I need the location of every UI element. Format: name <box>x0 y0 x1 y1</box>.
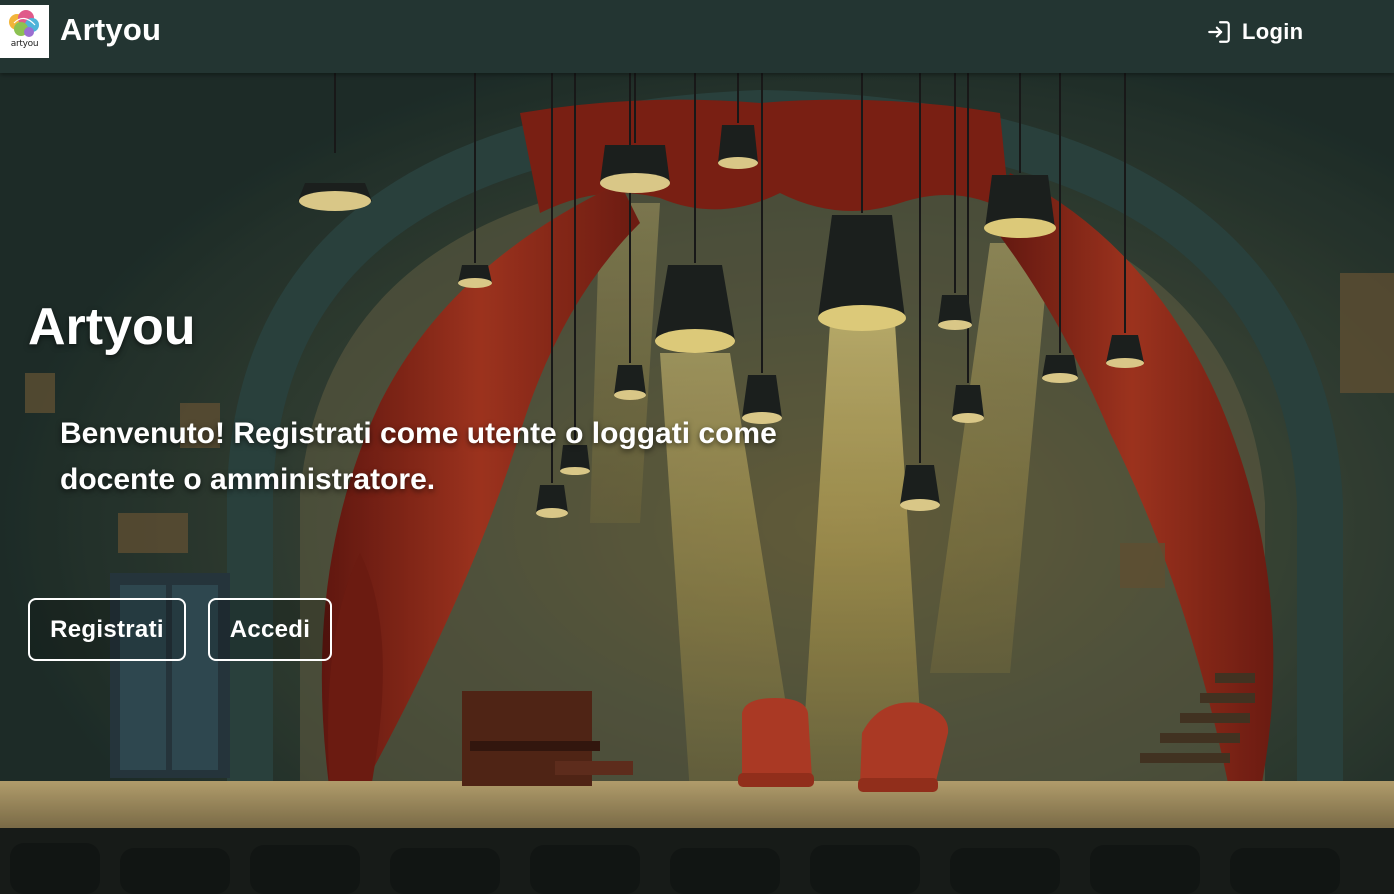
hero-title: Artyou <box>28 298 196 356</box>
brain-logo-icon <box>9 10 39 37</box>
brand-title[interactable]: Artyou <box>60 12 161 48</box>
hero-subtitle: Benvenuto! Registrati come utente o logg… <box>60 417 777 496</box>
brand-logo[interactable]: artyou <box>0 5 49 58</box>
hero-section: Artyou Benvenuto! Registrati come utente… <box>0 73 1394 894</box>
register-button[interactable]: Registrati <box>28 598 186 661</box>
login-button[interactable]: Login <box>1206 14 1303 50</box>
login-icon <box>1208 21 1230 43</box>
top-navbar: artyou Artyou Login <box>0 0 1394 73</box>
signin-button[interactable]: Accedi <box>208 598 332 661</box>
logo-text: artyou <box>10 39 39 49</box>
login-label: Login <box>1242 19 1304 44</box>
